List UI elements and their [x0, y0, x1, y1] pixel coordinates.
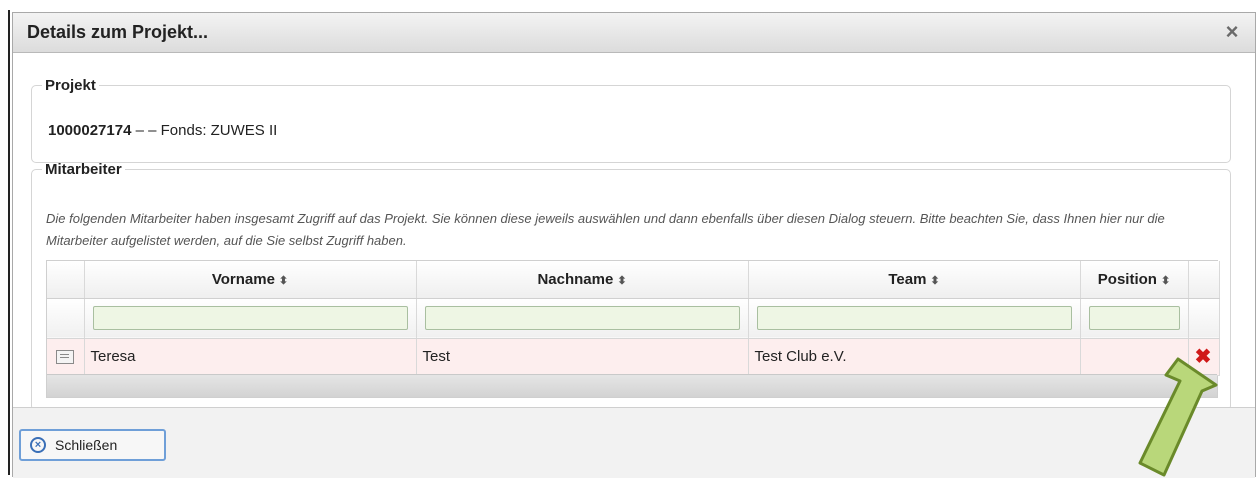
project-summary: 1000027174 – – Fonds: ZUWES II: [48, 122, 277, 139]
table-row[interactable]: Teresa Test Test Club e.V. ✖: [47, 338, 1220, 376]
column-header-label: Vorname: [211, 270, 275, 288]
filter-cell-empty: [1188, 298, 1220, 339]
column-header-icon: [47, 261, 85, 299]
filter-row: [47, 298, 1220, 339]
sort-icon: ⬍: [617, 274, 627, 287]
project-details-dialog: Details zum Projekt... × Projekt 1000027…: [12, 12, 1256, 478]
column-header-vorname[interactable]: Vorname ⬍: [84, 261, 417, 299]
column-header-label: Team: [888, 270, 927, 288]
mitarbeiter-grid: Vorname ⬍ Nachname ⬍ Team ⬍ Position ⬍ T…: [46, 260, 1220, 398]
filter-cell: [84, 298, 417, 339]
filter-nachname-input[interactable]: [424, 306, 740, 330]
filter-team-input[interactable]: [756, 306, 1072, 330]
column-header-actions: [1188, 261, 1220, 299]
sort-icon: ⬍: [1160, 274, 1171, 287]
sort-icon: ⬍: [278, 274, 289, 287]
cell-nachname: Test: [416, 338, 749, 376]
cell-team: Test Club e.V.: [748, 338, 1081, 376]
close-button[interactable]: × Schließen: [19, 429, 166, 461]
close-icon[interactable]: ×: [1221, 21, 1243, 43]
filter-cell-empty: [47, 298, 85, 339]
project-number: 1000027174: [48, 122, 132, 139]
filter-cell: [748, 298, 1081, 339]
filter-vorname-input[interactable]: [92, 306, 408, 330]
column-header-team[interactable]: Team ⬍: [748, 261, 1081, 299]
mitarbeiter-fieldset: Mitarbeiter Die folgenden Mitarbeiter ha…: [31, 161, 1231, 411]
column-header-label: Nachname: [537, 270, 614, 288]
project-fonds: Fonds: ZUWES II: [160, 122, 278, 139]
column-header-nachname[interactable]: Nachname ⬍: [416, 261, 749, 299]
card-icon[interactable]: [55, 350, 74, 365]
dialog-buttonbar: × Schließen: [13, 407, 1255, 478]
filter-position-input[interactable]: [1088, 306, 1180, 330]
close-circle-icon: ×: [30, 437, 46, 453]
arrow-shape: [1138, 357, 1218, 477]
column-header-label: Position: [1097, 270, 1157, 288]
annotation-arrow-icon: [1138, 357, 1218, 477]
grid-footer: [47, 374, 1217, 397]
window-edge-line: [8, 10, 10, 475]
cell-vorname: Teresa: [84, 338, 417, 376]
mitarbeiter-legend: Mitarbeiter: [45, 161, 122, 178]
column-header-position[interactable]: Position ⬍: [1080, 261, 1189, 299]
row-icon-cell: [47, 338, 85, 376]
dialog-title: Details zum Projekt...: [27, 22, 209, 42]
background-strip: [0, 0, 10, 477]
sort-icon: ⬍: [930, 274, 940, 287]
mitarbeiter-description: Die folgenden Mitarbeiter haben insgesam…: [46, 211, 1165, 248]
filter-cell: [416, 298, 749, 339]
filter-cell: [1080, 298, 1189, 339]
projekt-fieldset: Projekt 1000027174 – – Fonds: ZUWES II: [31, 77, 1231, 163]
project-separator: – –: [131, 122, 161, 139]
dialog-titlebar: Details zum Projekt... ×: [13, 13, 1255, 53]
close-button-label: Schließen: [55, 437, 118, 453]
projekt-legend: Projekt: [45, 77, 96, 94]
